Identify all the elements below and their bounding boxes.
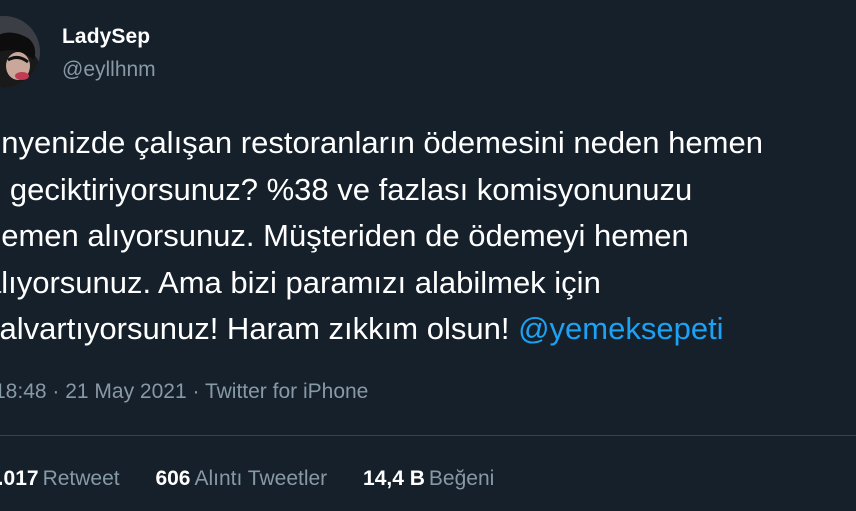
tweet-source[interactable]: Twitter for iPhone: [205, 380, 368, 403]
tweet-stats: 4.017Retweet 606Alıntı Tweetler 14,4 BBe…: [0, 467, 524, 491]
retweets-count: 4.017: [0, 467, 39, 490]
tweet-date[interactable]: 21 May 2021: [65, 380, 186, 403]
tweet-time[interactable]: 18:48: [0, 380, 47, 403]
author-handle[interactable]: @eyllhnm: [62, 58, 156, 82]
likes-stat[interactable]: 14,4 B Beğeni: [363, 467, 494, 491]
retweets-stat[interactable]: 4.017Retweet: [0, 467, 120, 491]
tweet-text: ünyenizde çalışan restoranların ödemesin…: [0, 120, 856, 353]
tweet-text-line: ünyenizde çalışan restoranların ödemesin…: [0, 125, 763, 160]
meta-separator: ·: [46, 380, 66, 403]
avatar[interactable]: [0, 16, 40, 88]
tweet-text-line: hemen alıyorsunuz. Müşteriden de ödemeyi…: [0, 218, 689, 253]
mention-link[interactable]: @yemeksepeti: [518, 311, 724, 346]
tweet-text-line-content: yalvartıyorsunuz! Haram zıkkım olsun!: [0, 311, 510, 346]
tweet-text-line: yalvartıyorsunuz! Haram zıkkım olsun! @y…: [0, 306, 856, 353]
avatar-image: [0, 16, 40, 88]
tweet-text-line: e geciktiriyorsunuz? %38 ve fazlası komi…: [0, 171, 693, 207]
tweet-meta: 18:48 · 21 May 2021 · Twitter for iPhone: [0, 380, 368, 404]
quotes-label: Alıntı Tweetler: [194, 467, 328, 490]
meta-separator: ·: [186, 380, 205, 403]
likes-count: 14,4 B: [363, 467, 425, 490]
likes-label: Beğeni: [428, 467, 495, 490]
quotes-stat[interactable]: 606 Alıntı Tweetler: [155, 467, 327, 491]
retweets-label: Retweet: [42, 467, 120, 490]
tweet-text-line: alıyorsunuz. Ama bizi paramızı alabilmek…: [0, 264, 601, 300]
author-display-name[interactable]: LadySep: [62, 25, 150, 49]
quotes-count: 606: [155, 467, 191, 490]
divider: [0, 435, 856, 436]
